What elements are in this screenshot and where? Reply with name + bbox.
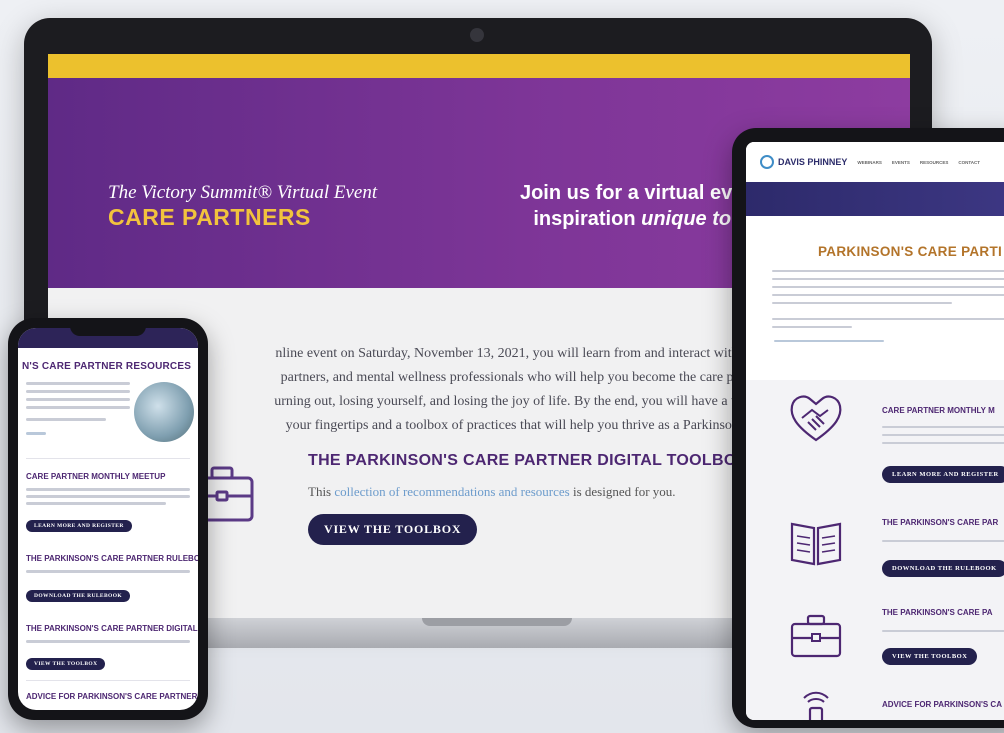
toolbox-desc-pre: This [308,484,335,499]
top-accent-bar [48,54,910,78]
text-line [26,390,130,393]
tablet-resource-panel [746,380,1004,720]
nav-events[interactable]: EVENTS [892,160,910,165]
webcam [470,28,484,42]
divider [26,458,190,459]
text-line [882,540,1004,542]
join-line-2a: inspiration [533,208,642,230]
laptop-notch [422,618,572,626]
logo-mark-icon [760,155,774,169]
phone-section-title: CARE PARTNER MONTHLY MEETUP [26,472,166,481]
text-line [26,398,130,401]
text-line [772,318,1004,320]
tablet-section-title: THE PARKINSON'S CARE PAR [882,518,999,527]
tablet-section-title: THE PARKINSON'S CARE PA [882,608,993,617]
download-rulebook-button[interactable]: DOWNLOAD THE RULEBOOK [882,560,1004,577]
learn-more-register-button[interactable]: LEARN MORE AND REGISTER [882,466,1004,483]
intro-line-2: partners, and mental wellness profession… [280,370,796,385]
nav-webinars[interactable]: WEBINARS [857,160,882,165]
text-line [26,502,166,505]
text-line [882,434,1004,436]
phone-page-title: N'S CARE PARTNER RESOURCES [22,361,192,372]
text-line [26,570,190,573]
text-line [26,406,130,409]
phone-screen: N'S CARE PARTNER RESOURCES CARE PARTNER … [18,328,198,710]
phone-section-title: ADVICE FOR PARKINSON'S CARE PARTNERS [26,692,198,701]
phone-section-title: THE PARKINSON'S CARE PARTNER DIGITAL TOO… [26,624,198,633]
tablet-navbar: DAVIS PHINNEY WEBINARS EVENTS RESOURCES … [746,142,1004,182]
tablet-section-title: ADVICE FOR PARKINSON'S CA [882,700,1002,709]
explore-link-line[interactable] [774,340,884,342]
text-line [772,294,1004,296]
tablet-device: DAVIS PHINNEY WEBINARS EVENTS RESOURCES … [732,128,1004,728]
text-line [772,302,952,304]
hero-title: CARE PARTNERS [108,204,311,230]
text-line [26,495,190,498]
care-partners-photo [134,382,194,442]
toolbox-icon [790,614,842,658]
intro-line-4: your fingertips and a toolbox of practic… [285,418,791,433]
view-toolbox-button[interactable]: VIEW THE TOOLBOX [882,648,978,665]
hero-subtitle: The Victory Summit® Virtual Event [108,182,378,203]
tablet-header-band [746,182,1004,216]
explore-link-line[interactable] [26,432,46,435]
text-line [26,382,130,385]
phone-device: N'S CARE PARTNER RESOURCES CARE PARTNER … [8,318,208,720]
text-line [26,488,190,491]
text-line [882,426,1004,428]
logo-text: DAVIS PHINNEY [778,156,848,167]
toolbox-description: This collection of recommendations and r… [308,484,676,500]
text-line [772,286,1004,288]
logo[interactable]: DAVIS PHINNEY [760,155,847,169]
intro-line-1: nline event on Saturday, November 13, 20… [275,346,801,361]
tablet-screen: DAVIS PHINNEY WEBINARS EVENTS RESOURCES … [746,142,1004,720]
text-line [882,630,1004,632]
text-line [882,442,1004,444]
handshake-heart-icon [790,395,842,442]
view-toolbox-button[interactable]: VIEW THE TOOLBOX [26,658,106,670]
toolbox-title: THE PARKINSON'S CARE PARTNER DIGITAL TOO… [308,452,748,469]
intro-line-3: urning out, losing yourself, and losing … [274,394,802,409]
nav-contact[interactable]: CONTACT [958,160,980,165]
tablet-page-title: PARKINSON'S CARE PARTI [818,244,1003,259]
tablet-section-title: CARE PARTNER MONTHLY M [882,406,995,415]
megaphone-icon [803,691,829,720]
toolbox-link[interactable]: collection of recommendations and resour… [334,484,569,499]
text-line [26,640,190,643]
learn-more-register-button[interactable]: LEARN MORE AND REGISTER [26,520,132,532]
phone-notch [70,324,146,336]
phone-section-title: THE PARKINSON'S CARE PARTNER RULEBOOK [26,554,198,563]
text-line [772,278,1004,280]
view-toolbox-button[interactable]: VIEW THE TOOLBOX [308,514,478,545]
nav-resources[interactable]: RESOURCES [920,160,949,165]
toolbox-desc-post: is designed for you. [569,484,676,499]
text-line [772,270,1004,272]
divider [26,680,190,681]
text-line [26,418,106,421]
open-book-icon [790,522,842,566]
download-rulebook-button[interactable]: DOWNLOAD THE RULEBOOK [26,590,131,602]
text-line [772,326,852,328]
